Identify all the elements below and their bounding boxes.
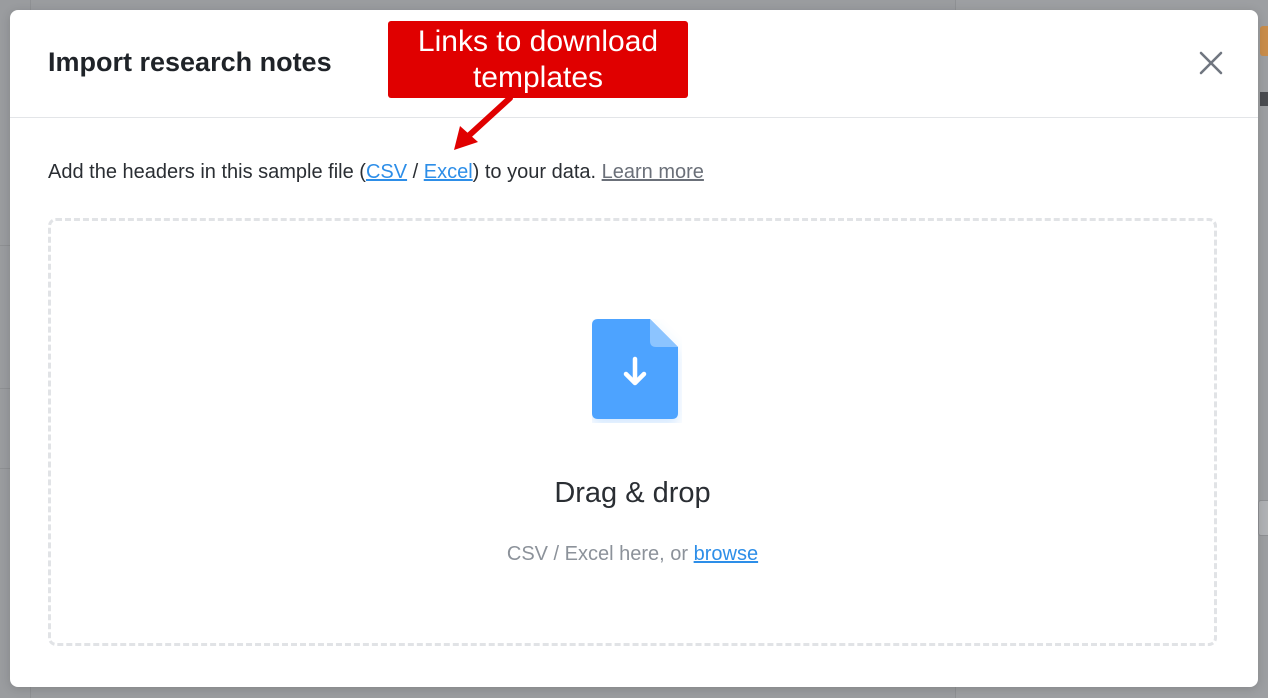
instructions-text: Add the headers in this sample file (CSV… — [48, 161, 704, 184]
file-download-icon — [592, 319, 678, 419]
annotation-arrow-icon — [454, 95, 513, 150]
learn-more-link[interactable]: Learn more — [602, 161, 704, 183]
browse-link[interactable]: browse — [694, 543, 758, 565]
background-orange-tab — [1260, 26, 1268, 56]
drop-subtitle-text: CSV / Excel here, or — [506, 543, 694, 565]
close-icon — [1199, 51, 1223, 75]
csv-template-link[interactable]: CSV — [366, 161, 407, 183]
close-button[interactable] — [1196, 48, 1226, 78]
import-modal: Import research notes Add the headers in… — [10, 10, 1258, 687]
annotation-callout: Links to download templates — [388, 21, 688, 98]
instructions-prefix: Add the headers in this sample file ( — [48, 161, 366, 183]
annotation-line-2: templates — [472, 61, 604, 94]
instructions-separator: / — [407, 161, 424, 183]
file-dropzone[interactable]: Drag & drop CSV / Excel here, or browse — [48, 218, 1217, 646]
drag-drop-title: Drag & drop — [554, 477, 711, 509]
drag-drop-subtitle: CSV / Excel here, or browse — [51, 543, 1214, 566]
modal-title: Import research notes — [48, 47, 332, 77]
annotation-line-1: Links to download — [417, 25, 659, 58]
background-dark-marker — [1260, 92, 1268, 106]
background-side-button — [1258, 500, 1268, 536]
